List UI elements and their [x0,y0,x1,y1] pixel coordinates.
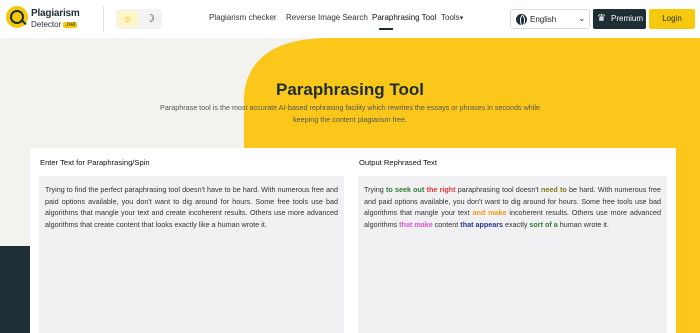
input-textarea[interactable]: Trying to find the perfect paraphrasing … [39,176,344,333]
input-panel-heading: Enter Text for Paraphrasing/Spin [40,158,150,167]
login-button[interactable]: Login [649,9,695,29]
nav-plagiarism-checker[interactable]: Plagiarism checker [209,13,277,22]
output-panel-heading: Output Rephrased Text [359,158,437,167]
output-segment: paraphrasing tool doesn't [455,185,541,194]
decorative-dark-block [0,246,32,333]
output-segment: Trying [364,185,386,194]
sun-icon[interactable]: ☼ [118,11,138,27]
premium-button[interactable]: ♛ Premium [593,9,646,29]
rephrased-segment: that appears [460,220,504,230]
output-segment: human wrote it. [557,220,609,230]
logo-text-line2: Detector .net [31,20,78,29]
rephrased-segment: need to [540,185,567,194]
logo-text-line1: Plagiarism [31,8,80,19]
top-navbar: Plagiarism Detector .net ☼ ☽ Plagiarism … [0,0,700,38]
logo-badge: .net [63,22,78,28]
header-divider [103,6,104,32]
page-title: Paraphrasing Tool [276,80,424,99]
language-label: English [530,15,557,24]
site-logo[interactable]: Plagiarism Detector .net [6,6,80,32]
rephrased-segment: the right [426,185,456,194]
globe-icon [516,14,527,26]
output-textarea[interactable]: Trying to seek out the right paraphrasin… [358,176,667,333]
magnifier-logo-icon [6,6,28,28]
rephrased-segment: sort of a [529,220,558,230]
output-segment: exactly [503,220,530,230]
premium-label: Premium [611,14,644,23]
rephrased-segment: that make [399,220,433,230]
moon-icon[interactable]: ☽ [140,11,160,27]
nav-tools-dropdown[interactable]: Tools▾ [441,13,463,22]
output-segment: content [432,220,461,230]
rephrased-segment: and make [472,208,507,218]
language-select[interactable]: English ⌄ [510,9,590,29]
crown-icon: ♛ [597,13,606,24]
nav-reverse-image-search[interactable]: Reverse Image Search [286,13,368,22]
chevron-down-icon: ⌄ [578,13,586,23]
rephrased-segment: to seek out [385,185,425,194]
output-text[interactable]: Trying to seek out the right paraphrasin… [364,184,661,231]
chevron-down-icon: ▾ [459,15,464,22]
input-text[interactable]: Trying to find the perfect paraphrasing … [45,184,338,231]
paraphrase-panels: Enter Text for Paraphrasing/Spin Trying … [30,148,676,333]
nav-paraphrasing-tool[interactable]: Paraphrasing Tool [372,13,436,22]
active-nav-indicator [379,28,393,30]
theme-toggle[interactable]: ☼ ☽ [116,9,162,29]
page-subtitle: Paraphrase tool is the most accurate AI-… [160,103,540,124]
